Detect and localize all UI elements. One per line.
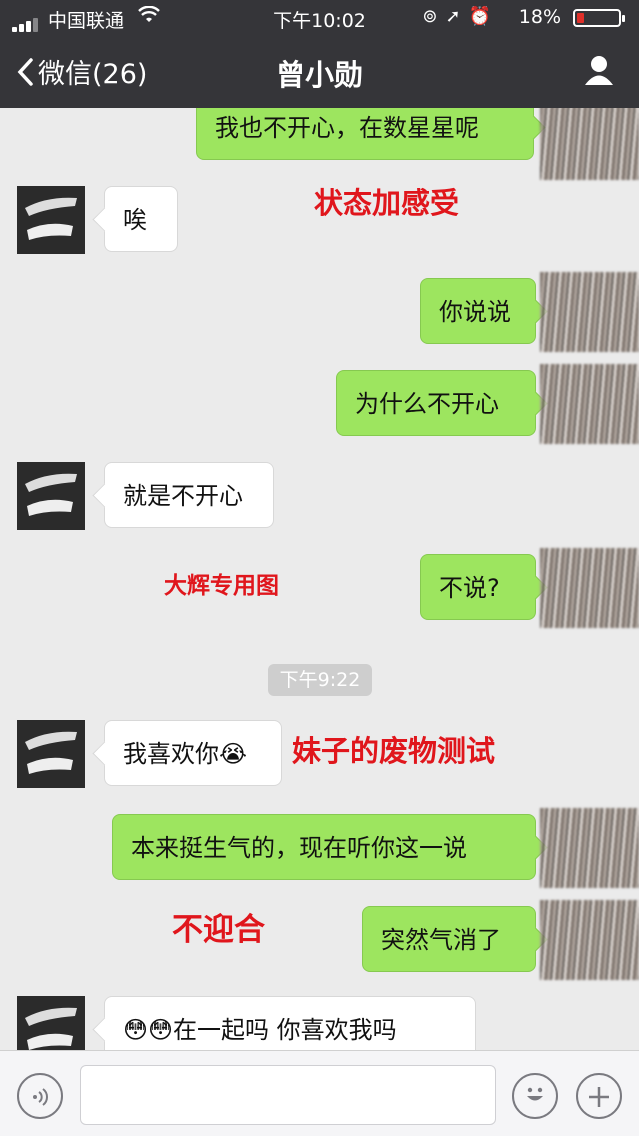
contact-avatar[interactable]	[17, 720, 85, 788]
status-icons: ⊚➚⏰	[422, 6, 499, 27]
message-bubble-sent[interactable]: 不说?	[420, 554, 536, 620]
plus-icon	[586, 1076, 612, 1114]
my-avatar[interactable]	[540, 272, 639, 352]
status-bar: 中国联通 下午10:02 ⊚➚⏰ 18%	[0, 0, 639, 36]
message-bubble-sent[interactable]: 你说说	[420, 278, 536, 344]
battery-fill	[577, 13, 584, 23]
nav-bar: 微信(26) 曾小勋	[0, 36, 639, 108]
emoji-icon	[520, 1081, 550, 1109]
message-bubble-received[interactable]: 就是不开心	[104, 462, 274, 528]
annotation-label: 大辉专用图	[164, 573, 279, 599]
contact-avatar[interactable]	[17, 462, 85, 530]
message-bubble-sent[interactable]: 我也不开心，在数星星呢	[196, 108, 534, 160]
message-bubble-sent[interactable]: 为什么不开心	[336, 370, 536, 436]
person-icon[interactable]	[583, 54, 615, 86]
my-avatar[interactable]	[540, 364, 639, 444]
top-bar: 中国联通 下午10:02 ⊚➚⏰ 18% 微信(26) 曾小勋	[0, 0, 639, 108]
battery-percent: 18%	[518, 6, 561, 28]
message-timestamp: 下午9:22	[268, 664, 372, 696]
message-input[interactable]	[80, 1065, 496, 1125]
voice-icon	[30, 1084, 50, 1108]
battery-icon	[573, 9, 625, 27]
plus-button[interactable]	[576, 1073, 622, 1119]
annotation-label: 妹子的废物测试	[292, 734, 496, 768]
contact-avatar[interactable]	[17, 996, 85, 1050]
rotation-lock-icon: ⊚	[422, 6, 446, 27]
message-bubble-sent[interactable]: 本来挺生气的，现在听你这一说	[112, 814, 536, 880]
annotation-label: 状态加感受	[314, 186, 460, 220]
input-bar	[0, 1050, 639, 1136]
location-icon: ➚	[445, 6, 469, 27]
my-avatar[interactable]	[540, 548, 639, 628]
message-bubble-received[interactable]: 唉	[104, 186, 178, 252]
annotation-label: 不迎合	[172, 912, 265, 948]
my-avatar[interactable]	[540, 808, 639, 888]
message-bubble-sent[interactable]: 突然气消了	[362, 906, 536, 972]
voice-button[interactable]	[17, 1073, 63, 1119]
alarm-icon: ⏰	[468, 6, 499, 27]
chat-title: 曾小勋	[275, 58, 363, 92]
my-avatar[interactable]	[540, 900, 639, 980]
chat-area[interactable]: 我也不开心，在数星星呢 唉 状态加感受 你说说 为什么不开心 就是不开心 大辉专…	[0, 108, 639, 1050]
contact-avatar[interactable]	[17, 186, 85, 254]
message-bubble-received[interactable]: 😳😳在一起吗 你喜欢我吗	[104, 996, 476, 1050]
my-avatar[interactable]	[540, 108, 639, 180]
message-bubble-received[interactable]: 我喜欢你😭	[104, 720, 282, 786]
emoji-button[interactable]	[512, 1073, 558, 1119]
